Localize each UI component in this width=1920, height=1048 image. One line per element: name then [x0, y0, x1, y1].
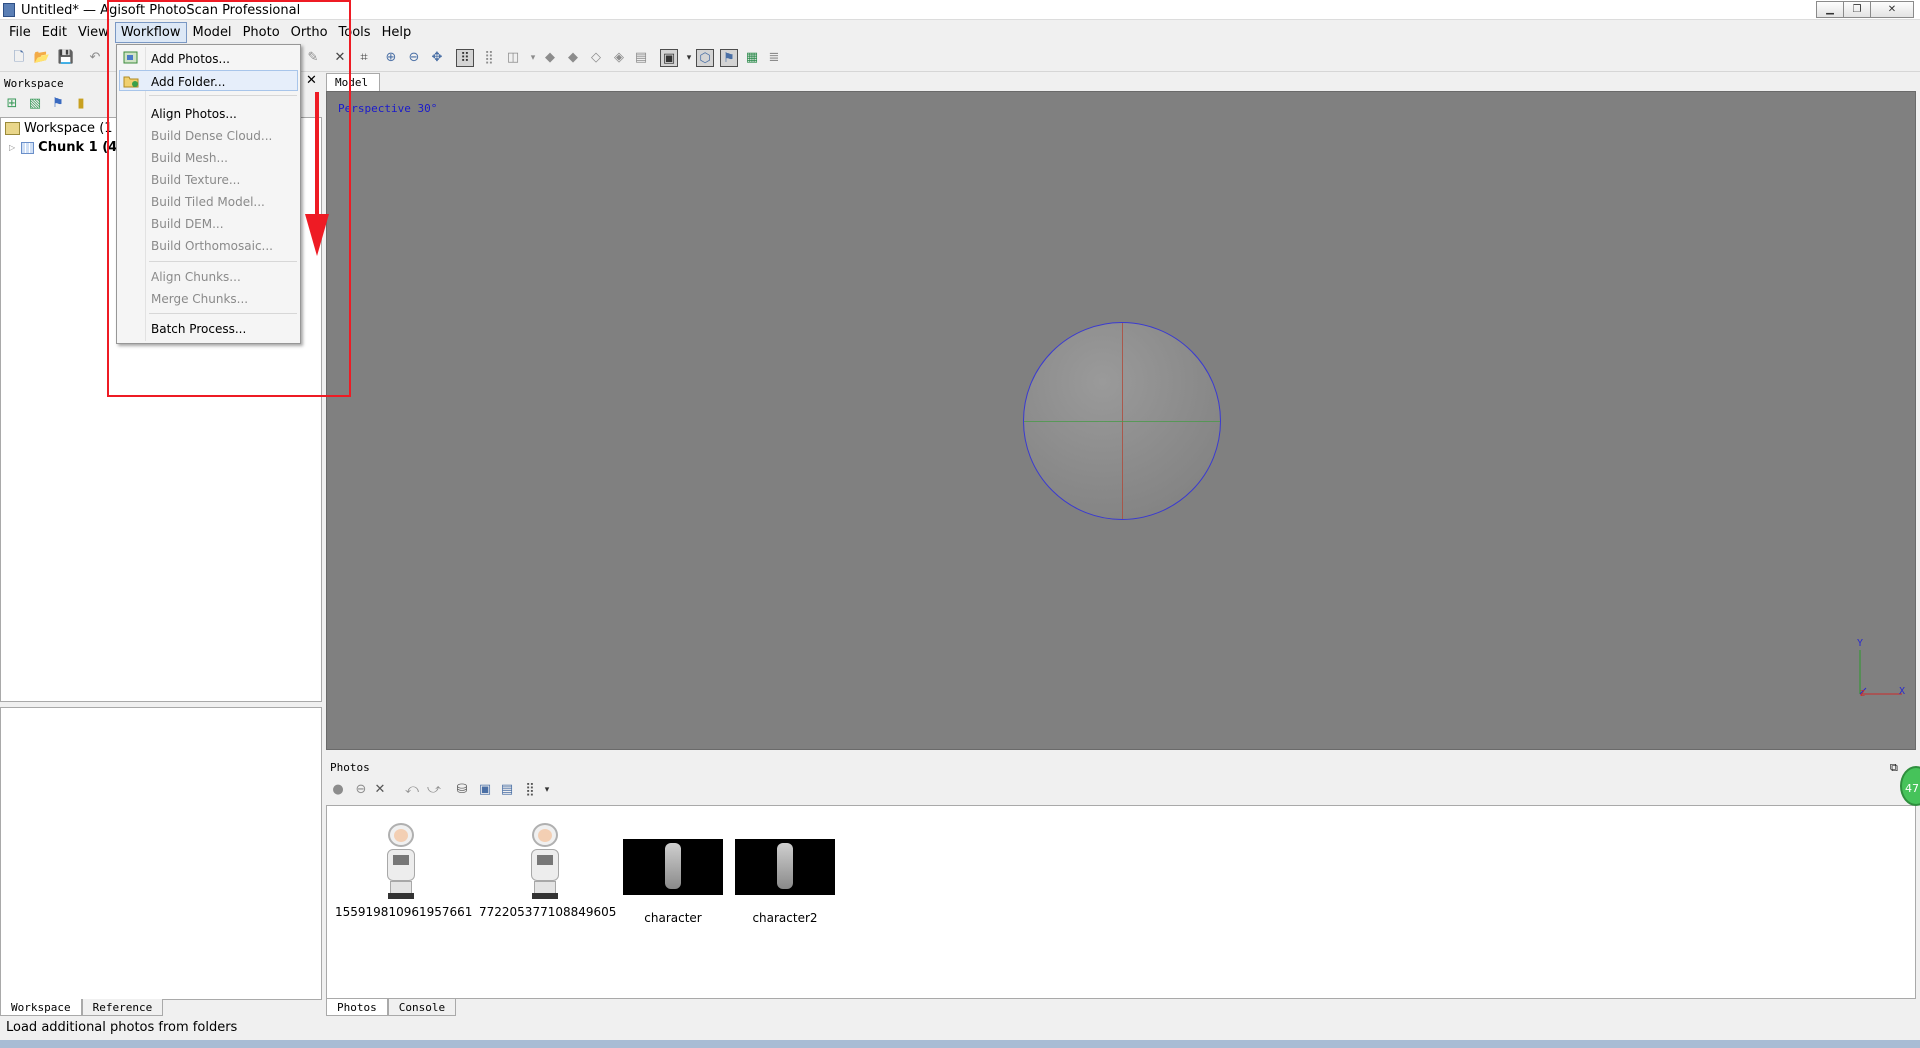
minimize-button[interactable]: ▁ — [1816, 1, 1844, 18]
menu-file[interactable]: File — [4, 23, 36, 42]
tab-photos[interactable]: Photos — [326, 999, 388, 1016]
filter-photos-icon[interactable]: ⛁ — [453, 781, 471, 799]
workspace-bottom-tabs: Workspace Reference — [0, 999, 164, 1016]
app-icon — [3, 3, 15, 17]
save-icon[interactable]: 💾 — [57, 49, 75, 67]
show-markers-icon[interactable]: ⚑ — [720, 49, 738, 67]
enable-camera-icon[interactable]: ● — [329, 781, 347, 799]
crop-icon[interactable]: ⌗ — [355, 49, 373, 67]
close-button[interactable]: ✕ — [1870, 1, 1914, 18]
add-chunk-icon[interactable]: ⊞ — [3, 95, 21, 113]
photos-toolbar: ● ⊖ ✕ ⤺ ⤻ ⛁ ▣ ▤ ⣿ ▾ — [326, 779, 1916, 803]
show-info-icon[interactable]: ▦ — [743, 49, 761, 67]
photos-bottom-tabs: Photos Console — [326, 999, 457, 1016]
disable-camera-icon[interactable]: ⊖ — [352, 781, 370, 799]
view-mode-dropdown-icon[interactable]: ▾ — [538, 781, 556, 799]
tree-workspace-node[interactable]: Workspace (1 c — [5, 121, 124, 136]
zoom-out-icon[interactable]: ⊖ — [405, 49, 423, 67]
mesh-dropdown-icon[interactable]: ▾ — [524, 49, 542, 67]
view-mode-icon[interactable]: ⣿ — [521, 781, 539, 799]
axis-x-label: X — [1899, 686, 1906, 697]
workspace-icon — [5, 122, 20, 135]
photo-item[interactable]: 155919810961957661 — [335, 823, 473, 919]
maximize-button[interactable]: ❐ — [1843, 1, 1871, 18]
axis-z-label: Z — [1860, 689, 1865, 698]
expand-icon[interactable]: ▷ — [9, 143, 15, 152]
taskbar — [0, 1040, 1920, 1048]
zoom-in-icon[interactable]: ⊕ — [382, 49, 400, 67]
remove-camera-icon[interactable]: ✕ — [371, 781, 389, 799]
photo-caption: character — [644, 911, 702, 925]
tab-console[interactable]: Console — [387, 999, 457, 1016]
trackball-horizontal-axis — [1024, 421, 1220, 422]
photo-thumbnail — [623, 839, 723, 895]
photo-caption: 155919810961957661 — [335, 905, 473, 919]
status-bar: Load additional photos from folders — [6, 1020, 238, 1035]
axis-indicator: Y X Z — [1846, 638, 1906, 698]
textured-icon[interactable]: ◈ — [610, 49, 628, 67]
shaded-icon[interactable]: ◆ — [541, 49, 559, 67]
rotate-right-icon[interactable]: ⤻ — [425, 781, 443, 799]
chunk-node-label: Chunk 1 (4 — [38, 140, 118, 155]
show-grid-icon[interactable]: ≣ — [765, 49, 783, 67]
open-folder-icon[interactable]: 📂 — [33, 49, 51, 67]
add-markers-icon[interactable]: ⚑ — [49, 95, 67, 113]
photo-caption: 772205377108849605 — [479, 905, 617, 919]
photos-title: Photos — [330, 761, 370, 774]
chunk-icon — [21, 141, 35, 154]
reset-filter-icon[interactable]: ▣ — [476, 781, 494, 799]
undo-icon[interactable]: ↶ — [86, 49, 104, 67]
photo-thumbnail — [514, 823, 574, 903]
mesh-icon[interactable]: ◫ — [504, 49, 522, 67]
photos-grid: 155919810961957661 772205377108849605 ch… — [326, 805, 1916, 999]
photo-thumbnail — [370, 823, 430, 903]
photo-item[interactable]: 772205377108849605 — [479, 823, 617, 919]
tab-workspace[interactable]: Workspace — [0, 999, 82, 1016]
wireframe-icon[interactable]: ◇ — [587, 49, 605, 67]
tree-chunk-node[interactable]: ▷ Chunk 1 (4 — [9, 140, 117, 155]
axis-y-label: Y — [1857, 638, 1864, 649]
rotate-left-icon[interactable]: ⤺ — [403, 781, 421, 799]
add-photos-icon[interactable]: ▧ — [26, 95, 44, 113]
projection-label: Perspective 30° — [338, 102, 438, 115]
solid-icon[interactable]: ◆ — [564, 49, 582, 67]
photo-item[interactable]: character — [608, 839, 738, 925]
tiled-model-icon[interactable]: ▤ — [632, 49, 650, 67]
new-document-icon[interactable]: 🗋 — [10, 49, 28, 67]
add-scalebar-icon[interactable]: ▮ — [72, 95, 90, 113]
menu-help[interactable]: Help — [377, 23, 417, 42]
show-masks-icon[interactable]: ▤ — [498, 781, 516, 799]
properties-pane — [0, 707, 322, 1000]
photo-caption: character2 — [752, 911, 818, 925]
point-cloud-icon[interactable]: ⠿ — [456, 49, 474, 67]
float-pane-icon[interactable]: ⧉ — [1890, 761, 1898, 775]
photo-thumbnail — [735, 839, 835, 895]
annotation-arrow — [305, 92, 329, 256]
move-icon[interactable]: ✥ — [428, 49, 446, 67]
show-cameras-icon[interactable]: ▣ — [660, 49, 678, 67]
trackball-sphere[interactable] — [1023, 322, 1221, 520]
menu-edit[interactable]: Edit — [37, 23, 72, 42]
show-region-icon[interactable]: ⬡ — [696, 49, 714, 67]
tab-reference[interactable]: Reference — [81, 999, 164, 1016]
dense-cloud-icon[interactable]: ⣿ — [480, 49, 498, 67]
photo-item[interactable]: character2 — [720, 839, 850, 925]
